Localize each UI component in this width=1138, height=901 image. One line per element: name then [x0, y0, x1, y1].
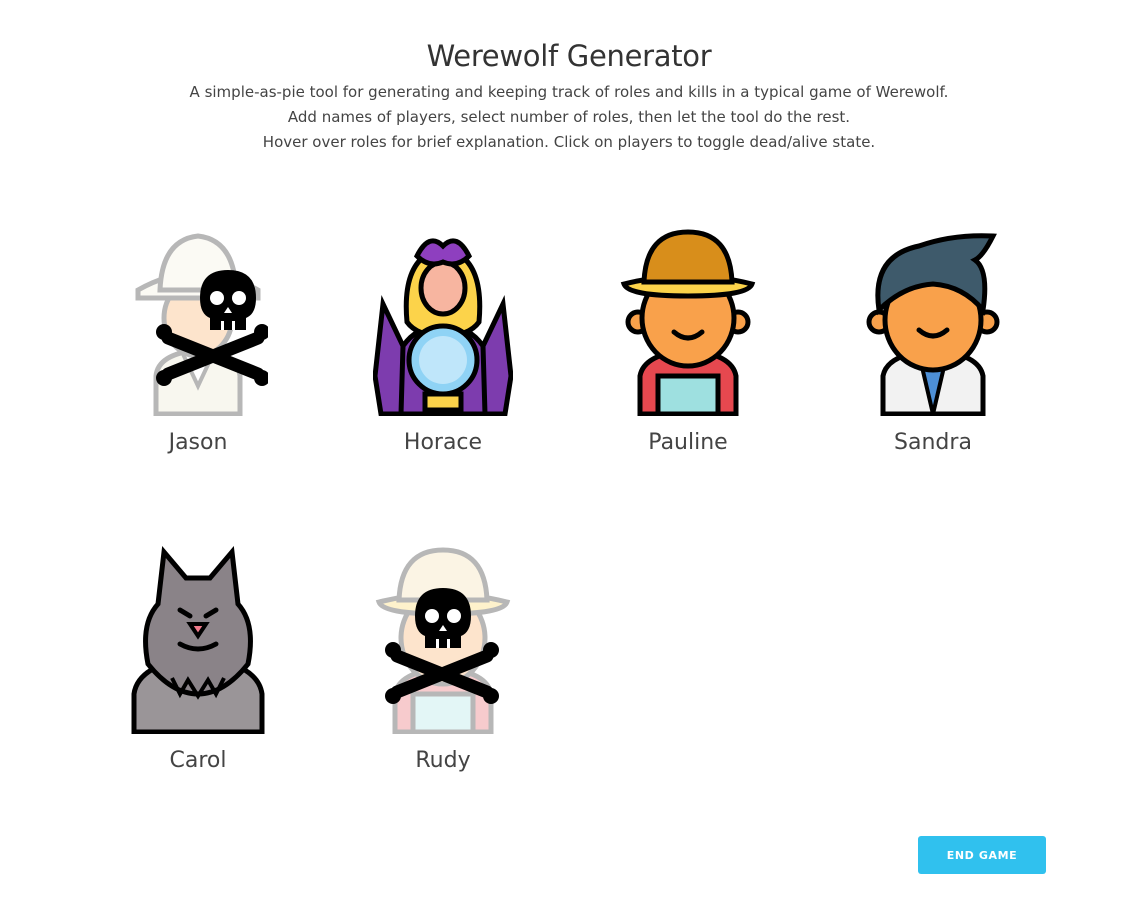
skull-crossbones-icon: [385, 588, 499, 704]
player-card-jason[interactable]: Jason: [98, 226, 298, 486]
explorer-icon: [128, 226, 268, 416]
fortune-teller-icon: [373, 226, 513, 416]
skull-crossbones-icon: [156, 270, 268, 386]
farmer-icon: [373, 544, 513, 734]
player-name: Carol: [169, 748, 227, 773]
player-card-pauline[interactable]: Pauline: [588, 226, 788, 486]
player-card-sandra[interactable]: Sandra: [833, 226, 1033, 486]
description-line-2: Add names of players, select number of r…: [287, 108, 851, 126]
player-name: Sandra: [894, 430, 972, 455]
player-name: Rudy: [415, 748, 471, 773]
werewolf-icon: [128, 544, 268, 734]
player-card-horace[interactable]: Horace: [343, 226, 543, 486]
player-name: Pauline: [648, 430, 728, 455]
doctor-icon: [863, 226, 1003, 416]
player-name: Jason: [168, 430, 228, 455]
end-game-button[interactable]: END GAME: [918, 836, 1046, 874]
player-name: Horace: [403, 430, 483, 455]
player-card-rudy[interactable]: Rudy: [343, 544, 543, 804]
farmer-icon: [618, 226, 758, 416]
page-description: A simple-as-pie tool for generating and …: [0, 80, 1138, 155]
description-line-3: Hover over roles for brief explanation. …: [262, 133, 876, 151]
description-line-1: A simple-as-pie tool for generating and …: [189, 83, 949, 101]
page-title: Werewolf Generator: [426, 39, 712, 74]
player-card-carol[interactable]: Carol: [98, 544, 298, 804]
